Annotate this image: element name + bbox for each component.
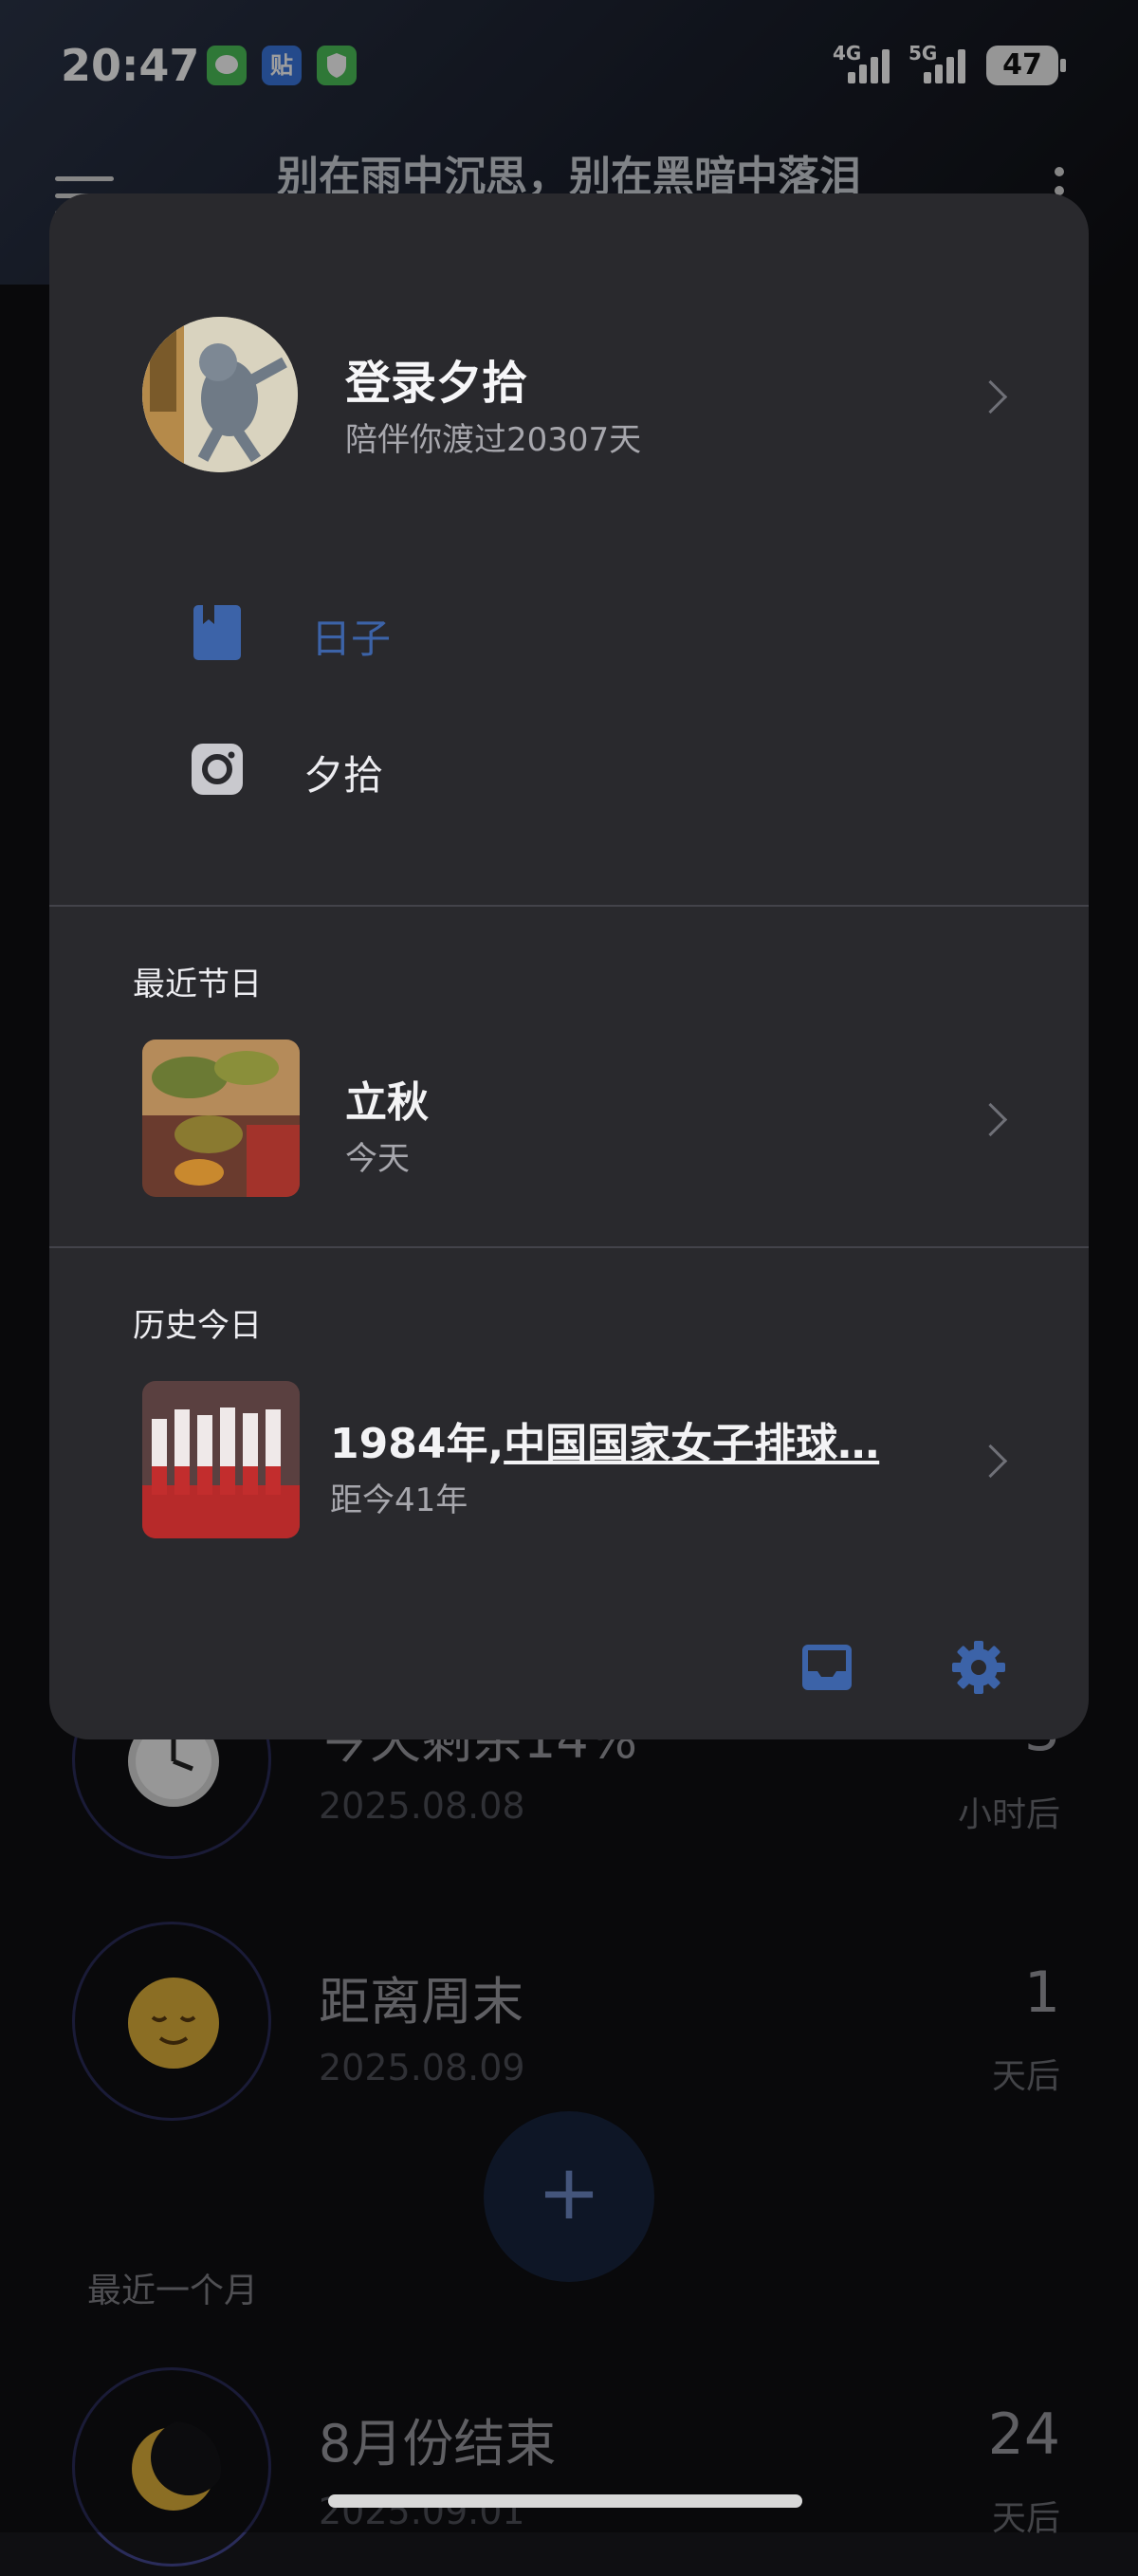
login-subtitle: 陪伴你渡过20307天 (345, 421, 642, 459)
profile-login-row[interactable]: 登录夕拾 陪伴你渡过20307天 (49, 193, 1089, 478)
holiday-thumbnail (142, 1040, 300, 1197)
inbox-icon[interactable] (798, 1639, 855, 1696)
home-indicator[interactable] (328, 2494, 802, 2508)
section-title-history-today: 历史今日 (133, 1307, 262, 1345)
side-drawer-panel: 登录夕拾 陪伴你渡过20307天 日子 夕拾 最近节日 立秋 今天 历史今日 1… (49, 193, 1089, 1739)
chevron-right-icon (973, 379, 1008, 414)
history-event-link[interactable]: 中国国家女子排球… (504, 1420, 879, 1468)
holiday-title: 立秋 (345, 1078, 429, 1127)
history-year: 1984年, (330, 1420, 505, 1468)
menu-item-days[interactable]: 日子 (49, 580, 1089, 685)
divider (49, 1246, 1089, 1248)
history-thumbnail (142, 1381, 300, 1538)
divider (49, 905, 1089, 907)
menu-label-xishi: 夕拾 (303, 752, 384, 799)
chevron-right-icon (973, 1102, 1008, 1137)
bookmark-book-icon (193, 605, 241, 660)
settings-gear-icon[interactable] (950, 1639, 1007, 1696)
history-subtitle: 距今41年 (330, 1481, 468, 1519)
camera-icon (192, 744, 243, 795)
avatar (142, 317, 298, 472)
menu-label-days: 日子 (311, 616, 392, 662)
menu-item-xishi[interactable]: 夕拾 (49, 717, 1089, 821)
chevron-right-icon (973, 1444, 1008, 1479)
section-title-recent-holiday: 最近节日 (133, 966, 262, 1003)
login-title: 登录夕拾 (345, 357, 528, 410)
holiday-subtitle: 今天 (345, 1140, 410, 1178)
history-title: 1984年,中国国家女子排球… (330, 1409, 879, 1470)
